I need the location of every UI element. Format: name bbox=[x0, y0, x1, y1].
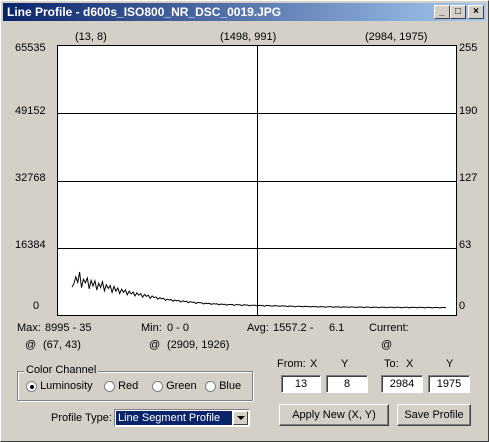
color-channel-group: Color Channel Luminosity Red Green Blue bbox=[17, 364, 253, 401]
profile-start-coord: (13, 8) bbox=[75, 31, 107, 43]
color-channel-legend: Color Channel bbox=[24, 364, 99, 376]
radio-button bbox=[104, 380, 115, 392]
from-x-label: X bbox=[310, 358, 318, 370]
max-label: Max: bbox=[17, 322, 41, 334]
profile-type-select[interactable]: Line Segment Profile bbox=[114, 409, 250, 427]
save-profile-button[interactable]: Save Profile bbox=[397, 404, 471, 426]
dropdown-arrow-icon[interactable] bbox=[233, 411, 248, 425]
radio-green[interactable]: Green bbox=[152, 380, 197, 392]
min-at-symbol: @ bbox=[149, 339, 161, 351]
from-y-label: Y bbox=[341, 358, 349, 370]
right-tick: 63 bbox=[459, 239, 472, 251]
avg-label: Avg: bbox=[247, 322, 269, 334]
avg-value: 1557.2 - bbox=[273, 322, 314, 334]
radio-luminosity[interactable]: Luminosity bbox=[26, 380, 93, 392]
right-tick: 0 bbox=[459, 300, 466, 312]
radio-button-checked bbox=[26, 380, 37, 392]
from-y-field[interactable]: 8 bbox=[326, 375, 368, 393]
max-position: (67, 43) bbox=[43, 339, 81, 351]
left-tick: 0 bbox=[33, 300, 40, 312]
line-profile-window: Line Profile - d600s_ISO800_NR_DSC_0019.… bbox=[0, 0, 489, 442]
profile-type-label: Profile Type: bbox=[51, 412, 112, 424]
close-button[interactable]: × bbox=[468, 5, 484, 19]
radio-red[interactable]: Red bbox=[104, 380, 138, 392]
to-y-label: Y bbox=[446, 358, 454, 370]
profile-plot[interactable] bbox=[57, 45, 457, 316]
title-bar[interactable]: Line Profile - d600s_ISO800_NR_DSC_0019.… bbox=[3, 3, 486, 21]
min-position: (2909, 1926) bbox=[167, 339, 230, 351]
right-tick: 127 bbox=[459, 172, 478, 184]
maximize-button[interactable]: □ bbox=[450, 5, 466, 19]
left-tick: 32768 bbox=[15, 172, 46, 184]
left-tick: 16384 bbox=[15, 239, 46, 251]
avg-value-8bit: 6.1 bbox=[329, 322, 345, 334]
profile-type-value: Line Segment Profile bbox=[116, 411, 232, 425]
radio-green-label: Green bbox=[166, 380, 197, 392]
from-label: From: bbox=[277, 358, 306, 370]
right-tick: 255 bbox=[459, 42, 478, 54]
to-label: To: bbox=[384, 358, 399, 370]
min-value: 0 - 0 bbox=[167, 322, 190, 334]
minimize-button[interactable]: _ bbox=[434, 5, 450, 19]
apply-new-xy-button[interactable]: Apply New (X, Y) bbox=[279, 404, 389, 426]
left-tick: 65535 bbox=[15, 42, 46, 54]
from-x-field[interactable]: 13 bbox=[281, 375, 321, 393]
profile-mid-coord: (1498, 991) bbox=[220, 31, 277, 43]
radio-luminosity-label: Luminosity bbox=[40, 380, 93, 392]
radio-button bbox=[152, 380, 163, 392]
radio-red-label: Red bbox=[118, 380, 139, 392]
current-at-symbol: @ bbox=[381, 339, 393, 351]
series-line-luminosity bbox=[71, 271, 447, 309]
min-label: Min: bbox=[141, 322, 162, 334]
radio-blue-label: Blue bbox=[219, 380, 242, 392]
left-tick: 49152 bbox=[15, 105, 46, 117]
profile-chart-svg bbox=[58, 46, 456, 315]
right-tick: 190 bbox=[459, 105, 478, 117]
profile-end-coord: (2984, 1975) bbox=[365, 31, 428, 43]
to-y-field[interactable]: 1975 bbox=[428, 375, 470, 393]
radio-blue[interactable]: Blue bbox=[205, 380, 241, 392]
max-value: 8995 - 35 bbox=[45, 322, 92, 334]
to-x-field[interactable]: 2984 bbox=[381, 375, 423, 393]
current-label: Current: bbox=[369, 322, 409, 334]
window-title: Line Profile - d600s_ISO800_NR_DSC_0019.… bbox=[7, 5, 282, 19]
to-x-label: X bbox=[406, 358, 414, 370]
max-at-symbol: @ bbox=[25, 339, 37, 351]
radio-button bbox=[205, 380, 216, 392]
